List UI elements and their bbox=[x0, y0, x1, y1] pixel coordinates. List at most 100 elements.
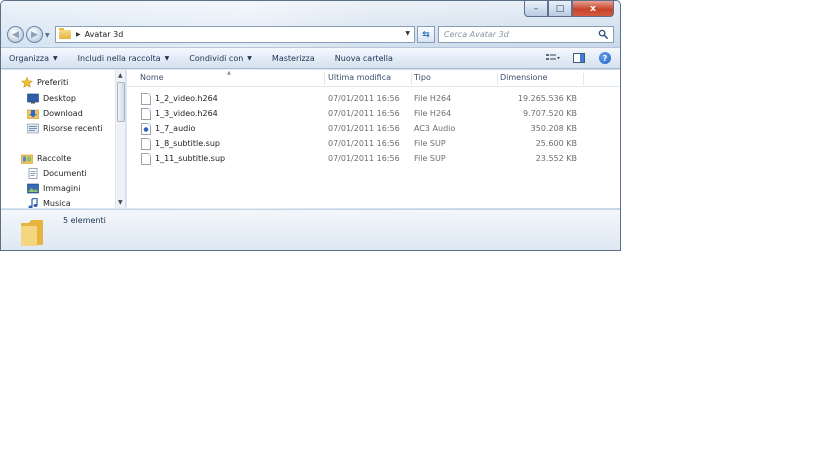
item-count: 5 elementi bbox=[63, 216, 106, 225]
folder-icon bbox=[21, 220, 43, 246]
search-icon[interactable] bbox=[598, 29, 609, 40]
file-icon bbox=[141, 138, 151, 150]
file-list: ▲ Nome Ultima modifica Tipo Dimensione 1… bbox=[127, 70, 620, 208]
star-icon bbox=[21, 77, 33, 88]
breadcrumb-current[interactable]: Avatar 3d bbox=[85, 30, 124, 39]
column-header-type[interactable]: Tipo bbox=[414, 73, 498, 85]
view-options-button[interactable] bbox=[546, 52, 560, 64]
nav-images[interactable]: Immagini bbox=[27, 182, 80, 195]
table-row[interactable]: 1_3_video.h264 07/01/2011 16:56 File H26… bbox=[127, 107, 620, 122]
nav-music-label: Musica bbox=[43, 199, 71, 208]
include-library-label: Includi nella raccolta bbox=[77, 53, 161, 63]
file-name: 1_7_audio bbox=[155, 124, 196, 133]
table-row[interactable]: 1_2_video.h264 07/01/2011 16:56 File H26… bbox=[127, 92, 620, 107]
chevron-down-icon: ▼ bbox=[164, 54, 170, 62]
file-name: 1_3_video.h264 bbox=[155, 109, 218, 118]
navigation-pane: Preferiti Desktop Download Risorse recen… bbox=[1, 70, 126, 208]
folder-icon bbox=[59, 28, 71, 39]
file-size: 19.265.536 KB bbox=[517, 94, 577, 103]
nav-images-label: Immagini bbox=[43, 184, 81, 193]
download-folder-icon bbox=[27, 109, 39, 119]
file-modified: 07/01/2011 16:56 bbox=[328, 139, 400, 148]
breadcrumb-chevron-icon[interactable]: ▶ bbox=[76, 31, 81, 38]
scroll-up-icon[interactable]: ▲ bbox=[118, 72, 123, 79]
preview-pane-button[interactable] bbox=[572, 52, 586, 64]
file-modified: 07/01/2011 16:56 bbox=[328, 154, 400, 163]
search-box[interactable] bbox=[438, 26, 614, 43]
maximize-button[interactable]: □ bbox=[548, 1, 572, 17]
nav-download[interactable]: Download bbox=[27, 107, 83, 120]
column-size-label: Dimensione bbox=[500, 73, 548, 82]
table-row[interactable]: 1_11_subtitle.sup 07/01/2011 16:56 File … bbox=[127, 152, 620, 167]
preview-pane-icon bbox=[573, 53, 585, 63]
file-name: 1_11_subtitle.sup bbox=[155, 154, 226, 163]
nav-recent[interactable]: Risorse recenti bbox=[27, 122, 103, 135]
file-type: File H264 bbox=[414, 94, 452, 103]
burn-label: Masterizza bbox=[271, 53, 315, 63]
file-size: 350.208 KB bbox=[530, 124, 577, 133]
chevron-down-icon: ▼ bbox=[53, 54, 58, 62]
back-arrow-icon: ◀ bbox=[12, 29, 19, 40]
title-bar: – □ x ◀ ▶ ▼ ▶ Avatar 3d ▼ ⇆ bbox=[1, 1, 620, 45]
nav-documents[interactable]: Documenti bbox=[27, 167, 87, 180]
nav-music[interactable]: Musica bbox=[27, 197, 71, 208]
column-headers: ▲ Nome Ultima modifica Tipo Dimensione bbox=[127, 70, 620, 87]
nav-desktop[interactable]: Desktop bbox=[27, 92, 76, 105]
details-pane: 5 elementi bbox=[1, 209, 620, 250]
nav-download-label: Download bbox=[43, 109, 83, 118]
search-input[interactable] bbox=[444, 30, 594, 39]
file-type: File SUP bbox=[414, 139, 446, 148]
recent-places-icon bbox=[27, 123, 39, 134]
audio-file-icon bbox=[141, 123, 151, 135]
file-icon bbox=[141, 108, 151, 120]
column-modified-label: Ultima modifica bbox=[328, 73, 392, 82]
minimize-button[interactable]: – bbox=[524, 1, 548, 17]
new-folder-button[interactable]: Nuova cartella bbox=[335, 54, 393, 63]
nav-favorites[interactable]: Preferiti bbox=[21, 76, 68, 89]
column-type-label: Tipo bbox=[414, 73, 431, 82]
file-icon bbox=[141, 93, 151, 105]
scrollbar-thumb[interactable] bbox=[117, 82, 125, 122]
refresh-button[interactable]: ⇆ bbox=[417, 26, 435, 43]
libraries-icon bbox=[21, 154, 33, 164]
window-controls: – □ x bbox=[524, 1, 614, 17]
file-modified: 07/01/2011 16:56 bbox=[328, 109, 400, 118]
file-icon bbox=[141, 153, 151, 165]
table-row[interactable]: 1_8_subtitle.sup 07/01/2011 16:56 File S… bbox=[127, 137, 620, 152]
include-library-button[interactable]: Includi nella raccolta ▼ bbox=[78, 54, 170, 63]
table-row[interactable]: 1_7_audio 07/01/2011 16:56 AC3 Audio 350… bbox=[127, 122, 620, 137]
column-header-size[interactable]: Dimensione bbox=[500, 73, 584, 85]
navigation-scrollbar[interactable]: ▲ ▼ bbox=[115, 70, 125, 208]
view-controls: ? bbox=[534, 52, 612, 64]
new-folder-label: Nuova cartella bbox=[334, 53, 393, 63]
file-type: AC3 Audio bbox=[414, 124, 456, 133]
nav-libraries[interactable]: Raccolte bbox=[21, 152, 71, 165]
forward-button[interactable]: ▶ bbox=[26, 26, 43, 43]
scroll-down-icon[interactable]: ▼ bbox=[118, 199, 123, 206]
desktop-icon bbox=[27, 93, 39, 104]
column-name-label: Nome bbox=[140, 73, 164, 82]
nav-recent-label: Risorse recenti bbox=[43, 124, 103, 133]
explorer-window: – □ x ◀ ▶ ▼ ▶ Avatar 3d ▼ ⇆ Organizza▼ I… bbox=[0, 0, 621, 251]
back-button[interactable]: ◀ bbox=[7, 26, 24, 43]
forward-arrow-icon: ▶ bbox=[31, 29, 38, 40]
documents-icon bbox=[28, 168, 38, 179]
share-button[interactable]: Condividi con ▼ bbox=[189, 54, 252, 63]
music-icon bbox=[28, 198, 38, 208]
command-bar: Organizza ▼ Includi nella raccolta ▼ Condi… bbox=[1, 47, 620, 69]
nav-desktop-label: Desktop bbox=[43, 94, 76, 103]
organize-label: Organizza bbox=[9, 53, 50, 63]
column-header-name[interactable]: Nome bbox=[140, 73, 325, 85]
close-button[interactable]: x bbox=[572, 1, 614, 17]
address-bar[interactable]: ▶ Avatar 3d ▼ bbox=[55, 26, 415, 43]
file-type: File H264 bbox=[414, 109, 452, 118]
view-list-icon bbox=[546, 54, 560, 60]
burn-button[interactable]: Masterizza bbox=[272, 54, 315, 63]
recent-pages-dropdown[interactable]: ▼ bbox=[45, 32, 51, 39]
nav-favorites-label: Preferiti bbox=[37, 78, 69, 87]
file-name: 1_2_video.h264 bbox=[155, 94, 218, 103]
address-dropdown-icon[interactable]: ▼ bbox=[405, 30, 410, 37]
help-button[interactable]: ? bbox=[598, 52, 612, 64]
column-header-modified[interactable]: Ultima modifica bbox=[328, 73, 412, 85]
organize-button[interactable]: Organizza ▼ bbox=[9, 54, 58, 63]
